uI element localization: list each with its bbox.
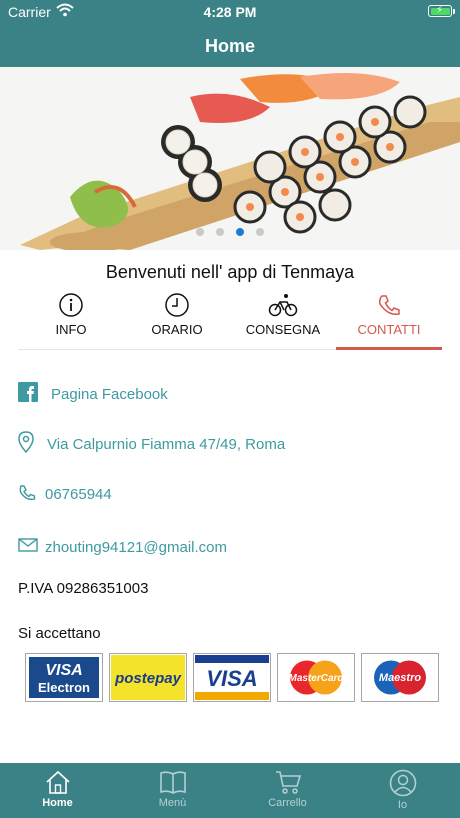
home-icon [45,770,70,794]
welcome-text: Benvenuti nell' app di Tenmaya [105,262,355,282]
facebook-link[interactable]: Pagina Facebook [18,381,168,403]
tab-profile[interactable]: Io [345,763,460,818]
visa-electron-card: VISA Electron [25,653,103,702]
address-label: Via Calpurnio Fiamma 47/49, Roma [47,435,286,453]
visa-card: VISA [193,653,271,702]
tab-orario[interactable]: ORARIO [124,290,230,349]
vat-number: P.IVA 09286351003 [18,580,149,597]
svg-text:postepay: postepay [114,670,182,687]
svg-text:Maestro: Maestro [379,672,421,684]
svg-text:VISA: VISA [45,662,82,679]
accepted-payments-label: Si accettano [18,625,101,642]
tab-label: Home [42,797,73,809]
tab-menu[interactable]: Menù [115,763,230,818]
svg-text:VISA: VISA [206,666,257,691]
carousel-dot[interactable] [196,228,204,236]
page-title: Home [204,36,255,56]
hero-carousel[interactable] [0,67,460,250]
bottom-tab-bar: Home Menù Carrello Io [0,763,460,818]
tab-home[interactable]: Home [0,763,115,818]
phone-link[interactable]: 06765944 [18,482,112,503]
carousel-dot[interactable] [216,228,224,236]
postepay-card: postepay [109,653,187,702]
address-link[interactable]: Via Calpurnio Fiamma 47/49, Roma [18,431,285,453]
tab-info[interactable]: INFO [18,290,124,349]
info-icon [59,293,83,317]
phone-icon [379,295,400,316]
svg-text:Electron: Electron [38,680,90,695]
tab-cart[interactable]: Carrello [230,763,345,818]
location-pin-icon [18,431,34,453]
facebook-label: Pagina Facebook [51,386,168,403]
user-icon [389,769,416,797]
cart-icon [275,771,301,794]
tab-label: INFO [55,322,87,337]
tab-label: CONTATTI [357,322,421,337]
tab-contatti[interactable]: CONTATTI [336,290,442,350]
status-time: 4:28 PM [203,4,257,20]
tab-label: CONSEGNA [245,322,321,337]
tab-label: Menù [158,797,187,809]
carousel-dot-active[interactable] [236,228,244,236]
top-bar: Carrier 4:28 PM ⚡ Home [0,0,460,67]
carousel-dot[interactable] [256,228,264,236]
svg-text:MasterCard: MasterCard [288,673,344,684]
envelope-icon [18,537,38,552]
email-link[interactable]: zhouting94121@gmail.com [18,533,227,556]
sushi-boat-image [0,67,460,250]
info-tabs: INFO ORARIO CONSEGNA CONTATTI [18,290,442,350]
phone-icon [19,484,36,500]
tab-label: Io [397,799,408,811]
clock-icon [165,293,189,317]
carousel-dots[interactable] [0,228,460,236]
tab-consegna[interactable]: CONSEGNA [230,290,336,349]
book-icon [159,771,186,794]
facebook-icon [18,382,38,402]
mastercard-card: MasterCard [277,653,355,702]
email-label: zhouting94121@gmail.com [45,539,227,556]
battery-icon: ⚡ [428,5,455,17]
maestro-card: Maestro [361,653,439,702]
bicycle-icon [268,294,298,317]
phone-label: 06765944 [45,486,112,503]
payment-cards: VISA Electron postepay VISA MasterCard M… [25,653,439,702]
tab-label: Carrello [268,797,307,809]
tab-label: ORARIO [151,322,203,337]
status-bar: Carrier 4:28 PM ⚡ [0,0,460,24]
